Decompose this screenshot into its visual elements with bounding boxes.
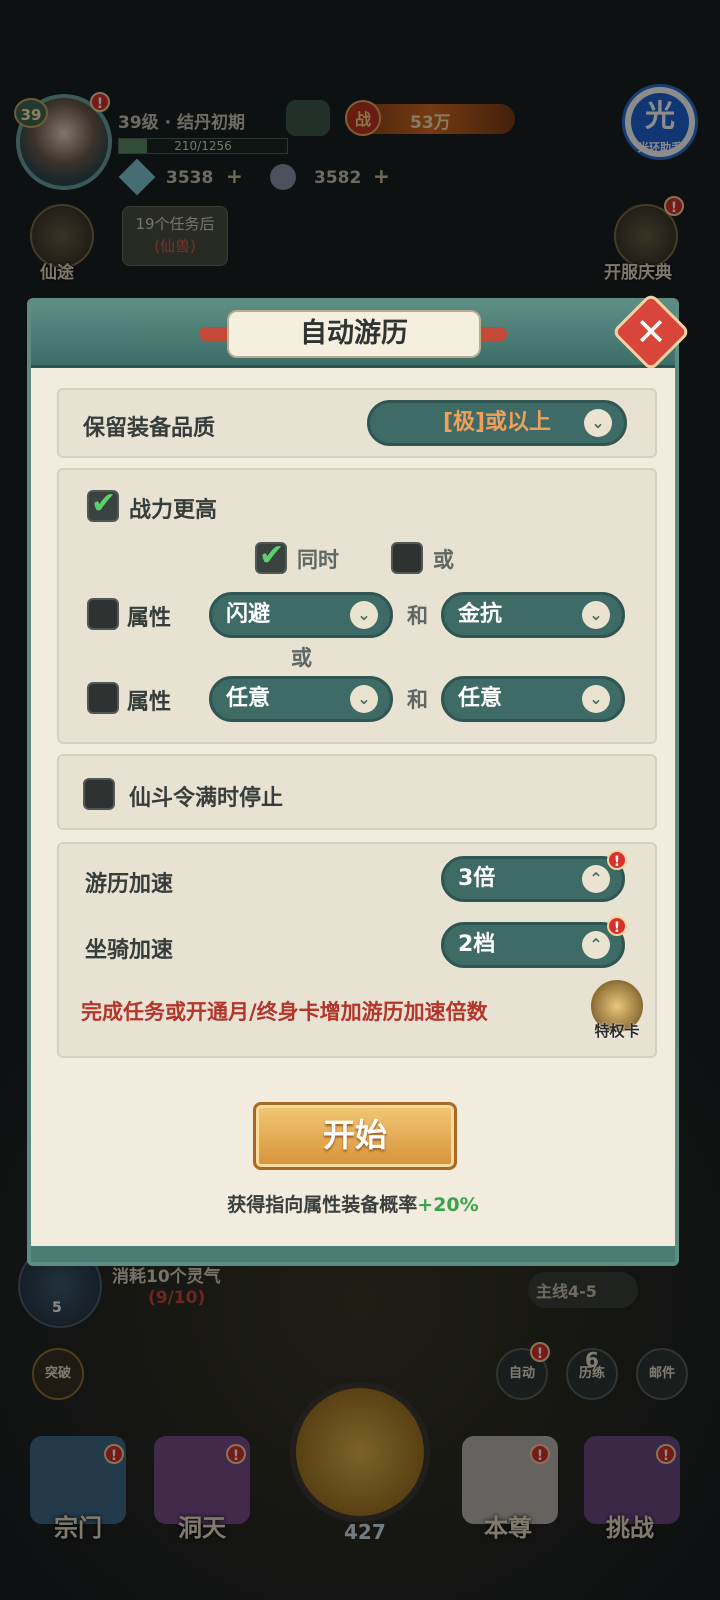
- attr2-b-value: 任意: [458, 686, 503, 711]
- auto-travel-dialog: 自动游历 ✕ 保留装备品质 [极]或以上 ⌄ ✔ 战力更高 ✔ 同时 或 属性 …: [27, 292, 691, 1266]
- chevron-down-icon: ⌄: [584, 409, 612, 437]
- or-checkbox[interactable]: [391, 542, 423, 574]
- attr1-b-dropdown[interactable]: 金抗 ⌄: [441, 592, 625, 638]
- chevron-up-icon: ⌃: [582, 865, 610, 893]
- travel-speed-value: 3倍: [458, 866, 496, 891]
- chevron-down-icon: ⌄: [350, 601, 378, 629]
- bonus-value: +20%: [417, 1194, 479, 1216]
- or-separator: 或: [291, 646, 312, 670]
- mount-speed-value: 2档: [458, 932, 496, 957]
- chevron-down-icon: ⌄: [350, 685, 378, 713]
- speed-panel: 游历加速 3倍 ⌃ ! 坐骑加速 2档 ⌃ ! 完成任务或开通月/终身卡增加游历…: [57, 842, 657, 1058]
- filter-panel: ✔ 战力更高 ✔ 同时 或 属性 闪避 ⌄ 和 金抗 ⌄ 或 属性 任意 ⌄ 和…: [57, 468, 657, 744]
- check-icon: ✔: [91, 486, 117, 521]
- check-icon: ✔: [259, 538, 285, 573]
- higher-power-label: 战力更高: [129, 498, 218, 523]
- keep-quality-dropdown[interactable]: [极]或以上 ⌄: [367, 400, 627, 446]
- keep-quality-value: [极]或以上: [442, 410, 552, 435]
- attr2-a-value: 任意: [226, 686, 271, 711]
- same-time-label: 同时: [297, 548, 339, 572]
- and-label: 和: [407, 604, 428, 628]
- dialog-footer: [31, 1246, 675, 1262]
- bonus-hint: 获得指向属性装备概率+20%: [31, 1190, 675, 1217]
- travel-speed-label: 游历加速: [85, 872, 174, 897]
- dialog-title: 自动游历: [227, 310, 481, 358]
- and-label: 和: [407, 688, 428, 712]
- chevron-down-icon: ⌄: [582, 685, 610, 713]
- attr2-checkbox[interactable]: [87, 682, 119, 714]
- mount-speed-label: 坐骑加速: [85, 938, 174, 963]
- attr1-b-value: 金抗: [458, 602, 503, 627]
- mount-speed-notice-icon: !: [607, 916, 627, 936]
- same-time-checkbox[interactable]: ✔: [255, 538, 287, 574]
- privilege-card-label: 特权卡: [594, 1022, 640, 1040]
- or-label: 或: [433, 548, 454, 572]
- chevron-down-icon: ⌄: [582, 601, 610, 629]
- travel-speed-notice-icon: !: [607, 850, 627, 870]
- attr2-b-dropdown[interactable]: 任意 ⌄: [441, 676, 625, 722]
- higher-power-checkbox[interactable]: ✔: [87, 486, 119, 522]
- travel-speed-dropdown[interactable]: 3倍 ⌃: [441, 856, 625, 902]
- stop-checkbox[interactable]: [83, 778, 115, 810]
- bonus-text: 获得指向属性装备概率: [227, 1194, 418, 1216]
- speed-hint: 完成任务或开通月/终身卡增加游历加速倍数: [81, 1000, 488, 1024]
- attr1-checkbox[interactable]: [87, 598, 119, 630]
- attr1-label: 属性: [127, 606, 172, 631]
- mount-speed-dropdown[interactable]: 2档 ⌃: [441, 922, 625, 968]
- chevron-up-icon: ⌃: [582, 931, 610, 959]
- attr2-label: 属性: [127, 690, 172, 715]
- stop-label: 仙斗令满时停止: [129, 786, 284, 811]
- stop-panel: 仙斗令满时停止: [57, 754, 657, 830]
- attr1-a-value: 闪避: [226, 602, 271, 627]
- attr1-a-dropdown[interactable]: 闪避 ⌄: [209, 592, 393, 638]
- start-button[interactable]: 开始: [253, 1102, 457, 1170]
- close-icon: ✕: [635, 310, 667, 354]
- attr2-a-dropdown[interactable]: 任意 ⌄: [209, 676, 393, 722]
- keep-quality-panel: 保留装备品质 [极]或以上 ⌄: [57, 388, 657, 458]
- keep-quality-label: 保留装备品质: [83, 416, 216, 441]
